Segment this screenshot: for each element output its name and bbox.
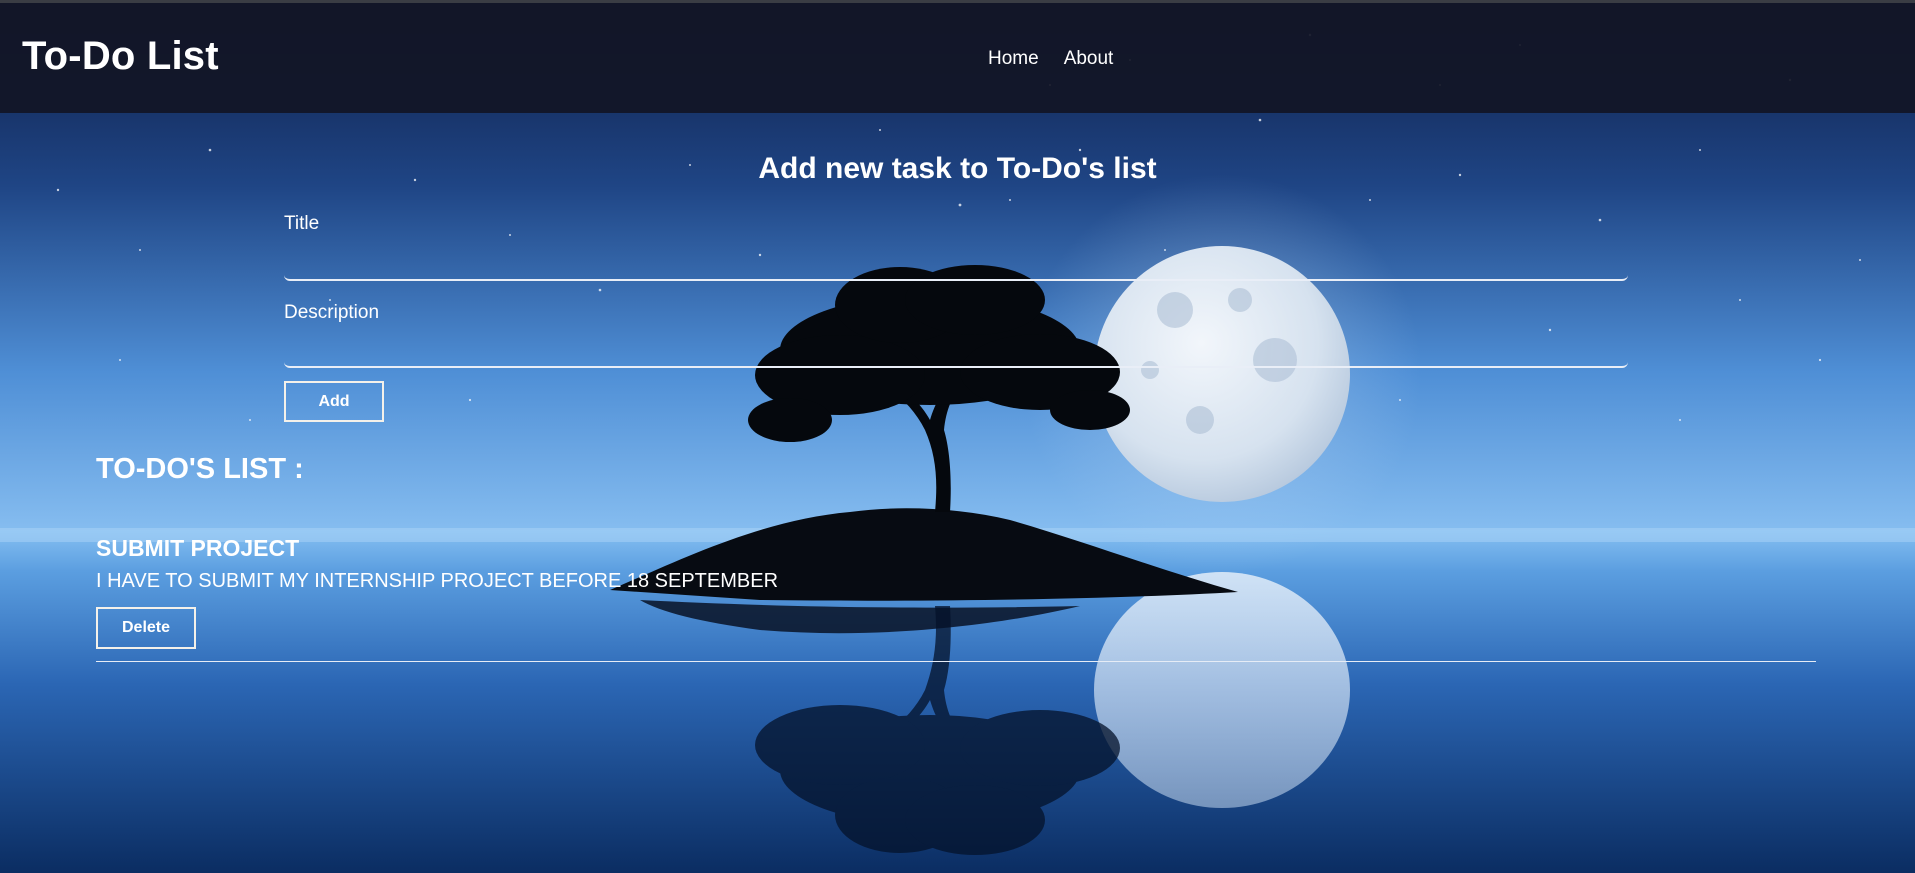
title-label: Title	[284, 213, 320, 234]
todo-title: SUBMIT PROJECT	[96, 535, 300, 561]
list-item: SUBMIT PROJECT I HAVE TO SUBMIT MY INTER…	[96, 533, 1816, 663]
description-label: Description	[284, 302, 380, 323]
list-heading: TO-DO'S LIST :	[96, 453, 304, 485]
divider	[96, 661, 1816, 662]
main-content: Add new task to To-Do's list Title Descr…	[0, 0, 1915, 873]
title-input[interactable]	[284, 255, 1628, 281]
add-button[interactable]: Add	[284, 381, 384, 422]
window-top-edge	[0, 0, 1915, 3]
form-heading: Add new task to To-Do's list	[758, 152, 1157, 185]
delete-button[interactable]: Delete	[96, 607, 196, 649]
description-input[interactable]	[284, 342, 1628, 368]
todo-description: I HAVE TO SUBMIT MY INTERNSHIP PROJECT B…	[96, 570, 779, 592]
